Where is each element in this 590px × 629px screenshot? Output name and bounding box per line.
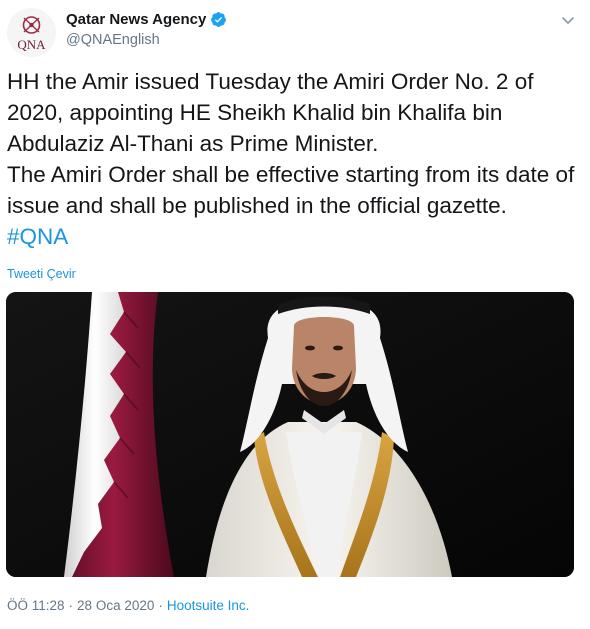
user-handle[interactable]: @QNAEnglish bbox=[66, 32, 160, 48]
tweet-card: QNA Qatar News Agency @QNAEnglish HH the… bbox=[0, 0, 590, 629]
tweet-meta: ÖÖ 11:28 · 28 Oca 2020 · Hootsuite Inc. bbox=[7, 598, 249, 613]
tweet-source-link[interactable]: Hootsuite Inc. bbox=[167, 598, 250, 613]
display-name[interactable]: Qatar News Agency bbox=[66, 11, 206, 28]
separator-dot: · bbox=[68, 598, 74, 613]
avatar[interactable]: QNA bbox=[7, 8, 56, 57]
chevron-down-icon[interactable] bbox=[560, 12, 576, 28]
tweet-time[interactable]: ÖÖ 11:28 bbox=[7, 598, 65, 613]
tweet-text: HH the Amir issued Tuesday the Amiri Ord… bbox=[7, 66, 582, 252]
tweet-date[interactable]: 28 Oca 2020 bbox=[77, 598, 154, 613]
tweet-photo[interactable] bbox=[6, 292, 574, 577]
avatar-logo-text: QNA bbox=[17, 37, 46, 52]
translate-tweet-link[interactable]: Tweeti Çevir bbox=[7, 267, 76, 281]
hashtag-link[interactable]: #QNA bbox=[7, 224, 68, 249]
verified-badge-icon bbox=[210, 11, 227, 28]
tweet-body: HH the Amir issued Tuesday the Amiri Ord… bbox=[7, 69, 575, 218]
author-name-row[interactable]: Qatar News Agency bbox=[66, 11, 227, 28]
separator-dot: · bbox=[158, 598, 163, 613]
portrait-image bbox=[6, 292, 574, 577]
